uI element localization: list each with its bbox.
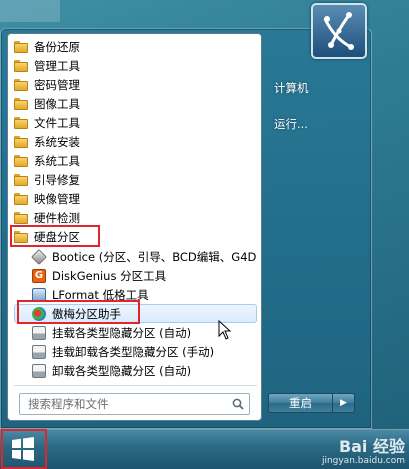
shutdown-options-button[interactable]: ▶ (333, 393, 355, 413)
folder-icon (14, 211, 28, 224)
folder-label: 引导修复 (34, 172, 80, 187)
search-icon[interactable] (232, 398, 244, 410)
folder-label: 图像工具 (34, 96, 80, 111)
program-label: 挂载各类型隐藏分区 (自动) (52, 325, 192, 340)
folder-label: 系统安装 (34, 134, 80, 149)
program-item[interactable]: G DiskGenius 分区工具 (8, 266, 261, 285)
folder-open-icon (14, 230, 28, 243)
watermark-brand: Bai 经验 (338, 437, 405, 456)
user-picture[interactable] (311, 3, 367, 59)
folder-icon (14, 192, 28, 205)
program-label: LFormat 低格工具 (52, 287, 149, 302)
lformat-icon (32, 287, 46, 302)
programs-pane: 备份还原 管理工具 密码管理 图像工具 文件工具 系统安装 系统工具 引导修复 (7, 33, 262, 421)
folder-label: 映像管理 (34, 191, 80, 206)
program-item[interactable]: 挂载卸载各类型隐藏分区 (手动) (8, 342, 261, 361)
diskgenius-icon: G (32, 268, 46, 283)
folder-icon (14, 97, 28, 110)
folder-item[interactable]: 管理工具 (8, 56, 261, 75)
drive-icon (32, 344, 46, 359)
watermark: Bai 经验 jingyan.baidu.com (322, 438, 405, 467)
folder-icon (14, 59, 28, 72)
folder-label: 系统工具 (34, 153, 80, 168)
folder-item[interactable]: 映像管理 (8, 189, 261, 208)
user-avatar-icon (323, 12, 354, 50)
folder-item-expanded[interactable]: 硬盘分区 (8, 227, 261, 246)
folder-item[interactable]: 文件工具 (8, 113, 261, 132)
search-placeholder: 搜索程序和文件 (28, 397, 109, 411)
folder-item[interactable]: 系统工具 (8, 151, 261, 170)
folder-label: 硬盘分区 (34, 229, 80, 244)
program-label: DiskGenius 分区工具 (52, 268, 167, 283)
divider (14, 385, 257, 386)
program-label: 挂载卸载各类型隐藏分区 (手动) (52, 344, 215, 359)
aomei-icon (32, 306, 46, 321)
run-link[interactable]: 运行... (274, 116, 308, 132)
folder-item[interactable]: 密码管理 (8, 75, 261, 94)
folder-label: 密码管理 (34, 77, 80, 92)
folder-icon (14, 135, 28, 148)
folder-icon (14, 154, 28, 167)
desktop-icon-label (0, 0, 60, 22)
program-label: Bootice (分区、引导、BCD编辑、G4D (52, 249, 257, 264)
folder-icon (14, 40, 28, 53)
folder-icon (14, 78, 28, 91)
folder-item[interactable]: 系统安装 (8, 132, 261, 151)
folder-item[interactable]: 备份还原 (8, 37, 261, 56)
program-item[interactable]: LFormat 低格工具 (8, 285, 261, 304)
folder-label: 硬件检测 (34, 210, 80, 225)
program-item[interactable]: Bootice (分区、引导、BCD编辑、G4D (8, 247, 261, 266)
mouse-cursor-icon (218, 320, 232, 340)
highlight-box (1, 429, 47, 469)
program-label: 卸载各类型隐藏分区 (自动) (52, 363, 192, 378)
bootice-icon (31, 248, 47, 265)
folder-label: 管理工具 (34, 58, 80, 73)
drive-icon (32, 325, 46, 340)
restart-button[interactable]: 重启 (268, 393, 333, 413)
folder-label: 文件工具 (34, 115, 80, 130)
folder-icon (14, 173, 28, 186)
drive-icon (32, 363, 46, 378)
folder-item[interactable]: 硬件检测 (8, 208, 261, 227)
computer-link[interactable]: 计算机 (274, 80, 309, 96)
folder-item[interactable]: 引导修复 (8, 170, 261, 189)
program-label: 傲梅分区助手 (52, 306, 121, 321)
search-input[interactable]: 搜索程序和文件 (19, 393, 250, 415)
folder-label: 备份还原 (34, 39, 80, 54)
folder-icon (14, 116, 28, 129)
watermark-url: jingyan.baidu.com (321, 456, 405, 466)
program-item[interactable]: 卸载各类型隐藏分区 (自动) (8, 361, 261, 380)
folder-item[interactable]: 图像工具 (8, 94, 261, 113)
